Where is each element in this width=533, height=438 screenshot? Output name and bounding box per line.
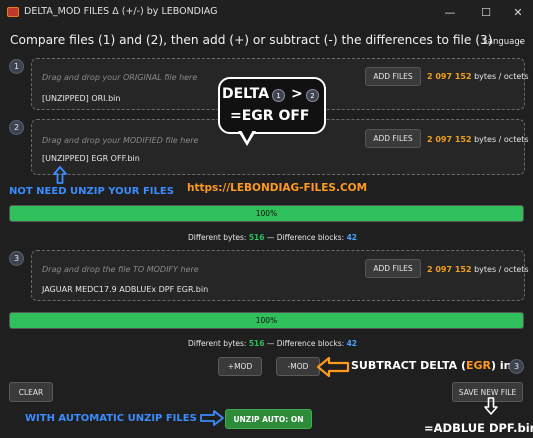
patch-progress-bar: 100%	[9, 312, 524, 329]
modified-file-name: [UNZIPPED] EGR OFF.bin	[42, 154, 140, 163]
stats-blocks-value: 42	[346, 339, 357, 348]
left-arrow-icon	[316, 356, 350, 378]
plus-mod-button[interactable]: +MOD	[218, 357, 262, 376]
auto-unzip-annotation: WITH AUTOMATIC UNZIP FILES	[25, 413, 197, 424]
modified-file-size: 2 097 152 bytes / octets	[427, 135, 529, 144]
stats-bytes-label: Different bytes:	[188, 339, 247, 348]
modified-file-size-unit: bytes / octets	[474, 135, 529, 144]
bubble-egr-off-text: =EGR OFF	[230, 108, 310, 124]
close-button[interactable]: ✕	[507, 3, 529, 21]
instructions-heading: Compare files (1) and (2), then add (+) …	[10, 33, 493, 47]
modified-file-size-value: 2 097 152	[427, 135, 472, 144]
stats-blocks-value: 42	[346, 233, 357, 242]
title-bar: DELTA_MOD FILES Δ (+/-) by LEBONDIAG — ☐…	[0, 0, 533, 25]
add-target-file-button[interactable]: ADD FILES	[365, 259, 421, 278]
step-3-badge: 3	[9, 251, 24, 266]
stats-bytes-value: 516	[248, 339, 265, 348]
target-file-hint: Drag and drop the file TO MODIFY here	[42, 265, 199, 274]
stats-blocks-label: — Difference blocks:	[266, 233, 345, 242]
minimize-button[interactable]: —	[439, 3, 461, 21]
no-unzip-annotation: NOT NEED UNZIP YOUR FILES	[9, 186, 174, 197]
result-annotation: =ADBLUE DPF.bin	[424, 421, 533, 435]
clear-button[interactable]: CLEAR	[9, 382, 53, 402]
bubble-delta-text: DELTA	[222, 86, 270, 102]
original-file-size-value: 2 097 152	[427, 72, 472, 81]
patch-progress-label: 100%	[255, 316, 278, 325]
step-1-badge: 1	[9, 59, 24, 74]
stats-bytes-label: Different bytes:	[188, 233, 247, 242]
chevron-down-icon[interactable]: ⌄	[518, 37, 524, 45]
comparison-progress-label: 100%	[255, 209, 278, 218]
modified-file-hint: Drag and drop your MODIFIED file here	[42, 136, 199, 145]
maximize-button[interactable]: ☐	[475, 3, 497, 21]
bubble-step-1-badge: 1	[272, 89, 285, 102]
up-arrow-icon	[53, 166, 67, 184]
add-modified-file-button[interactable]: ADD FILES	[365, 129, 421, 148]
subtract-annotation-egr: EGR	[465, 359, 491, 372]
original-file-hint: Drag and drop your ORIGINAL file here	[42, 73, 198, 82]
add-original-file-button[interactable]: ADD FILES	[365, 67, 421, 86]
step-3-reference-badge: 3	[509, 359, 524, 374]
window-title: DELTA_MOD FILES Δ (+/-) by LEBONDIAG	[24, 6, 218, 17]
target-file-size-unit: bytes / octets	[474, 265, 529, 274]
comparison-stats: Different bytes: 516 — Difference blocks…	[188, 233, 357, 242]
target-file-size: 2 097 152 bytes / octets	[427, 265, 529, 274]
right-arrow-icon	[200, 410, 224, 426]
stats-blocks-label: — Difference blocks:	[266, 339, 345, 348]
bubble-greater-than: >	[291, 86, 303, 102]
step-2-badge: 2	[9, 120, 24, 135]
stats-bytes-value: 516	[248, 233, 265, 242]
original-file-size: 2 097 152 bytes / octets	[427, 72, 529, 81]
app-logo-icon	[7, 7, 19, 17]
target-file-size-value: 2 097 152	[427, 265, 472, 274]
original-file-name: [UNZIPPED] ORI.bin	[42, 94, 121, 103]
down-arrow-icon	[484, 397, 498, 415]
website-annotation: https://LEBONDIAG-FILES.COM	[187, 182, 368, 194]
speech-bubble-tail-inner	[241, 130, 253, 141]
minus-mod-button[interactable]: -MOD	[276, 357, 320, 376]
original-file-size-unit: bytes / octets	[474, 72, 529, 81]
target-file-name: JAGUAR MEDC17.9 ADBLUEx DPF EGR.bin	[42, 285, 209, 294]
unzip-auto-toggle[interactable]: UNZIP AUTO: ON	[225, 409, 312, 429]
subtract-annotation: SUBTRACT DELTA (EGR) in	[351, 359, 511, 372]
bubble-step-2-badge: 2	[306, 89, 319, 102]
subtract-annotation-start: SUBTRACT DELTA (	[351, 359, 466, 372]
patch-stats: Different bytes: 516 — Difference blocks…	[188, 339, 357, 348]
comparison-progress-bar: 100%	[9, 205, 524, 222]
